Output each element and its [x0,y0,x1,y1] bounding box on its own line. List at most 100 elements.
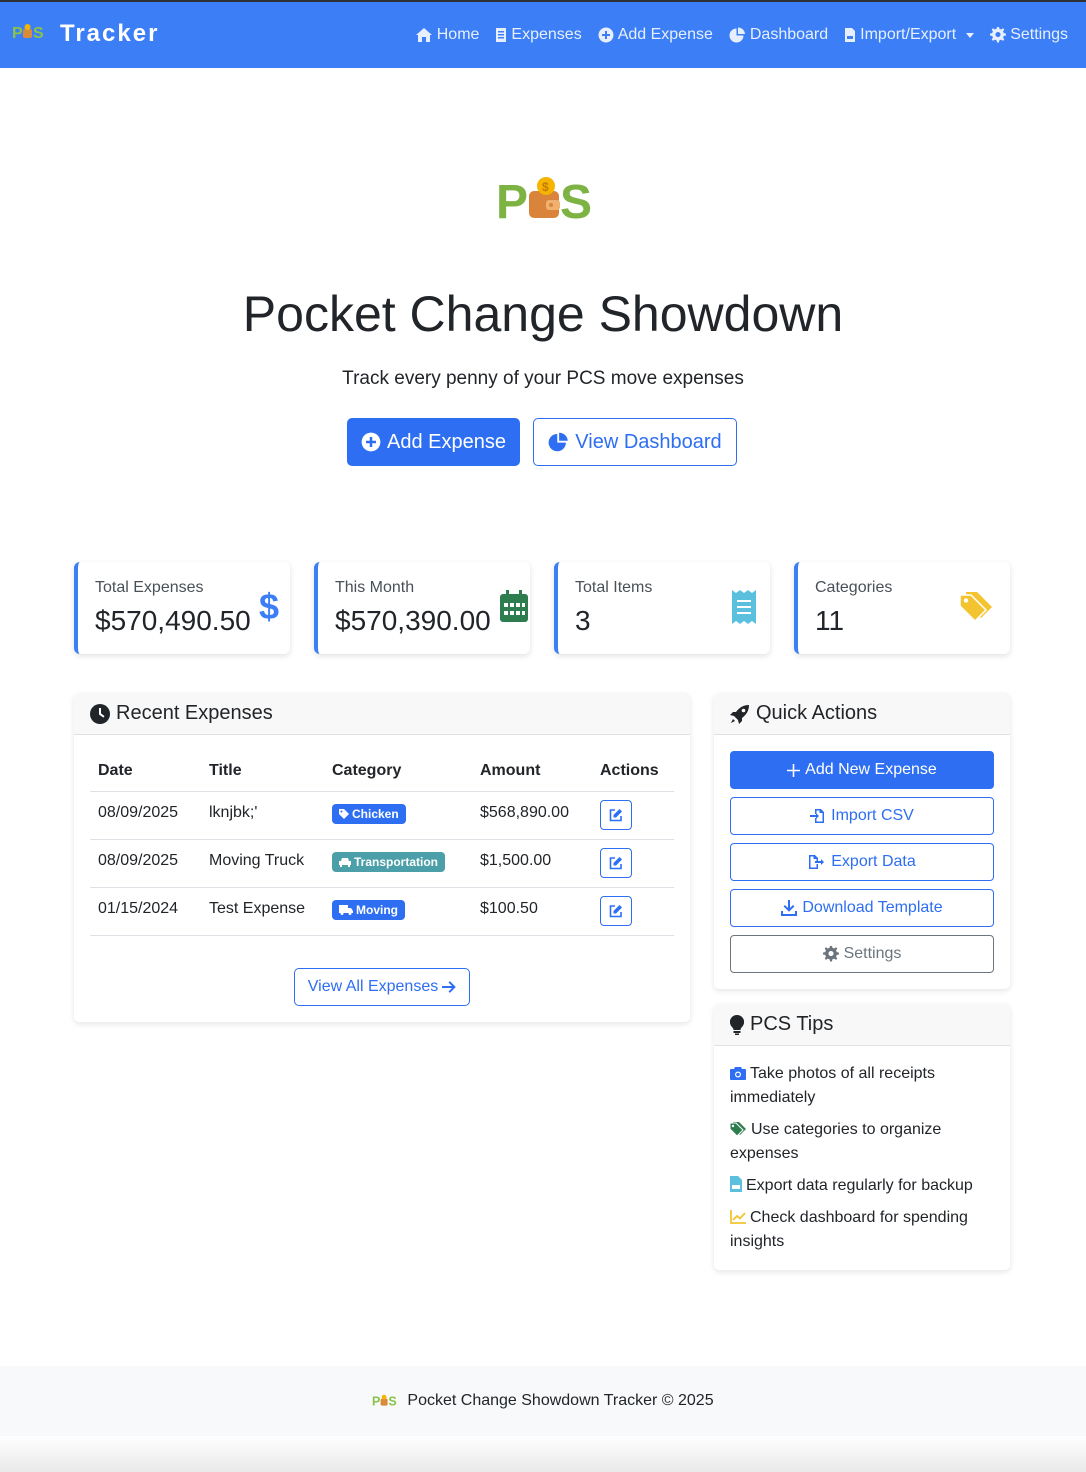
gear-icon [822,946,839,962]
receipt-icon [496,28,507,42]
svg-text:S: S [33,25,44,41]
arrow-right-icon [442,981,457,993]
expense-amount: $568,890.00 [472,791,592,840]
edit-button[interactable] [600,847,632,878]
nav-settings[interactable]: Settings [990,26,1068,44]
home-icon [415,28,432,42]
hero-title: Pocket Change Showdown [242,286,844,342]
svg-text:S: S [560,176,592,224]
brand[interactable]: P S Tracker [12,20,159,48]
csv-file-icon [730,1176,742,1192]
pcs-logo-icon: P S [12,23,45,42]
hero-view-dashboard-button[interactable]: View Dashboard [533,418,737,466]
stat-card-categories: Categories 11 [794,562,1010,654]
nav-menu: Home Expenses Add Expense Dashboard Impo… [415,26,1068,44]
pcs-logo-icon: P $ S [496,176,592,224]
expense-actions [592,887,674,936]
recent-expenses-header: Recent Expenses [74,693,690,735]
column-header: Actions [592,751,674,792]
category-badge-label: Moving [356,902,398,917]
expense-actions [592,791,674,840]
download-template-label: Download Template [802,899,943,916]
expense-title: Test Expense [201,887,324,936]
expense-date: 08/09/2025 [90,791,201,840]
category-badge: Moving [332,899,405,920]
category-badge: Transportation [332,851,446,872]
chevron-down-icon [966,32,975,38]
plus-icon [787,763,801,777]
pcs-tips-header: PCS Tips [714,1004,1010,1046]
recent-expenses-title: Recent Expenses [116,702,273,724]
pcs-tips-card: PCS Tips Take photos of all receipts imm… [714,1004,1010,1270]
nav-settings-label: Settings [1010,26,1068,43]
nav-add-expense[interactable]: Add Expense [598,26,713,44]
expense-date: 01/15/2024 [90,887,201,936]
brand-name: Tracker [60,20,160,47]
stat-value: 3 [575,605,591,636]
expense-amount: $1,500.00 [472,839,592,888]
svg-text:$: $ [542,180,549,194]
stat-label: Categories [815,579,893,596]
file-import-icon [810,809,825,823]
category-badge-label: Transportation [354,854,439,869]
file-export-icon [809,855,825,869]
expense-actions [592,839,674,888]
stat-card-total-expenses: Total Expenses $570,490.50 $ [74,562,290,654]
dollar-icon: $ [259,588,279,624]
bottom-fade [0,1436,1086,1472]
navbar: P S Tracker Home Expenses Add Expense Da… [0,0,1086,68]
tags-icon [729,1122,746,1137]
export-data-button[interactable]: Export Data [730,843,994,881]
import-csv-button[interactable]: Import CSV [730,797,994,835]
add-new-expense-button[interactable]: Add New Expense [730,751,994,789]
export-data-label: Export Data [831,853,916,870]
table-row: 08/09/2025 lknjbk;' Chicken $568,890.00 [90,791,674,840]
edit-button[interactable] [600,799,632,830]
plus-circle-icon [361,432,381,452]
rocket-icon [730,704,749,724]
add-new-expense-label: Add New Expense [805,761,937,778]
nav-home[interactable]: Home [415,26,480,44]
svg-text:P: P [496,176,528,224]
import-csv-label: Import CSV [831,807,914,824]
nav-add-expense-label: Add Expense [617,26,713,43]
nav-dashboard-label: Dashboard [749,26,829,43]
edit-button[interactable] [600,895,632,926]
csv-file-icon [845,28,856,42]
pcs-logo-icon: P S [372,1395,397,1408]
stat-label: Total Items [575,579,653,596]
stat-card-total-items: Total Items 3 [554,562,770,654]
footer: P S Pocket Change Showdown Tracker © 202… [0,1366,1086,1436]
nav-import-export[interactable]: Import/Export [844,26,975,44]
stat-value: $570,390.00 [335,605,491,636]
expense-date: 08/09/2025 [90,839,201,888]
stat-value: 11 [815,605,845,636]
svg-text:P: P [372,1395,380,1408]
hero-add-expense-button[interactable]: Add Expense [347,418,520,466]
edit-icon [609,808,622,821]
table-row: 08/09/2025 Moving Truck Transportation $… [90,839,674,888]
nav-dashboard[interactable]: Dashboard [729,26,828,44]
tip-item: Check dashboard for spending insights [730,1206,994,1254]
quick-actions-title: Quick Actions [756,702,878,724]
camera-icon [730,1067,746,1080]
tag-icon [339,808,349,819]
view-all-expenses-button[interactable]: View All Expenses [294,968,470,1006]
table-row: 01/15/2024 Test Expense Moving $100.50 [90,887,674,936]
edit-icon [609,904,622,917]
chart-pie-icon [729,27,745,43]
nav-expenses-label: Expenses [511,26,582,43]
nav-expenses[interactable]: Expenses [495,26,582,44]
column-header: Amount [472,751,592,792]
expense-category: Chicken [324,791,472,840]
tags-icon [960,592,992,622]
settings-button[interactable]: Settings [730,935,994,973]
column-header: Title [201,751,324,792]
nav-home-label: Home [436,26,480,43]
chart-line-icon [730,1210,746,1224]
table-header-row: Date Title Category Amount Actions [90,751,674,792]
footer-text: Pocket Change Showdown Tracker © 2025 [407,1392,714,1409]
car-icon [339,857,351,867]
download-icon [781,900,798,916]
download-template-button[interactable]: Download Template [730,889,994,927]
